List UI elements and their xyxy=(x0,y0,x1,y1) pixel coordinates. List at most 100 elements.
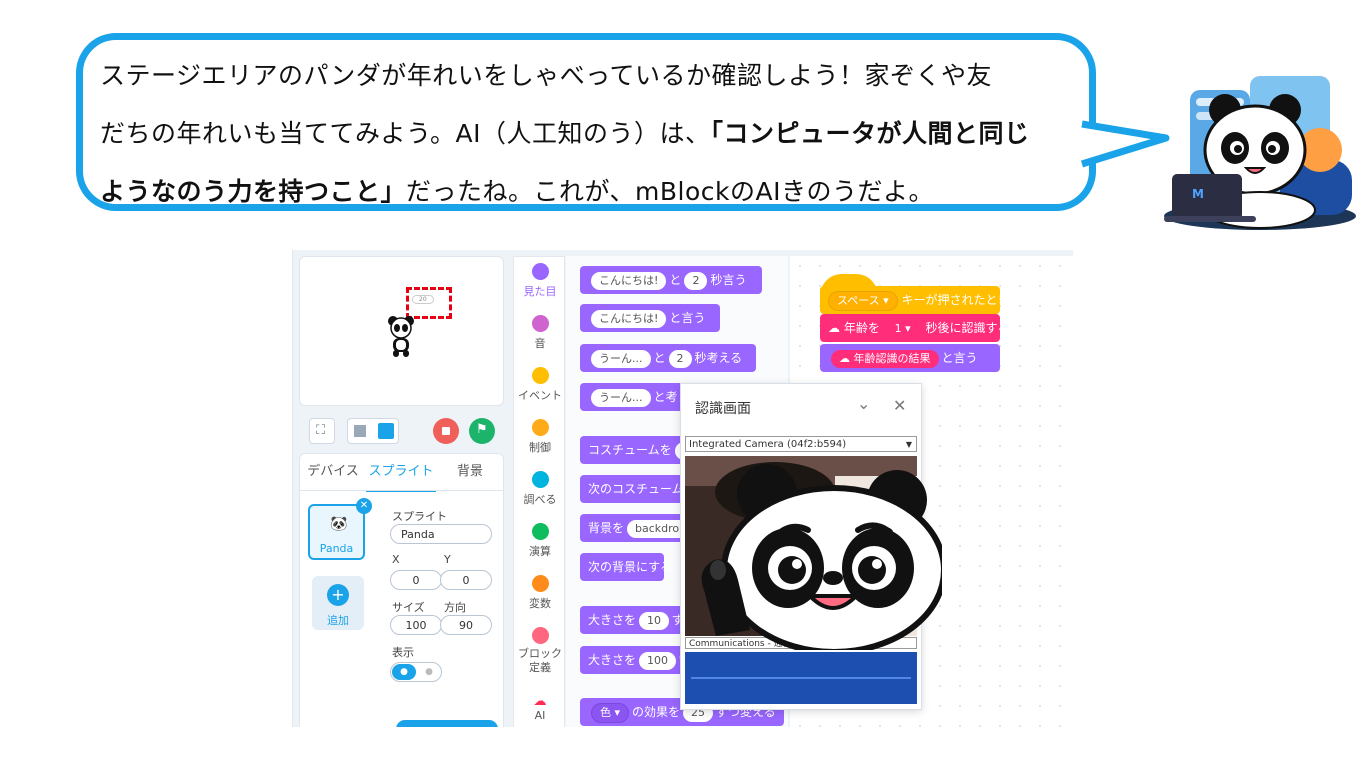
stage-area[interactable]: 20 xyxy=(299,256,504,406)
x-input[interactable]: 0 xyxy=(390,570,442,590)
block-label: の効果を xyxy=(632,705,681,719)
when-key-pressed-block[interactable]: スペース ▾ キーが押されたとき xyxy=(820,286,1010,314)
green-flag-button[interactable]: ⚑ xyxy=(469,418,495,444)
block-number-pill[interactable]: 2 xyxy=(684,272,708,290)
recognize-age-block[interactable]: ☁ 年齢を 1 ▾ 秒後に認識する xyxy=(820,314,1010,342)
block-label: 秒考える xyxy=(694,351,743,365)
block-label: と xyxy=(669,273,682,287)
block-label: と言う xyxy=(669,311,706,325)
category-operators-label: 演算 xyxy=(529,545,551,558)
block-number-pill[interactable]: 100 xyxy=(639,652,677,670)
block-label: 大きさを xyxy=(588,653,637,667)
next-costume-block[interactable]: 次のコスチュームに xyxy=(580,475,696,503)
audio-wave-line xyxy=(691,677,911,679)
speech-bubble-tail xyxy=(1080,120,1170,168)
say-result-block[interactable]: ☁ 年齢認識の結果 と言う xyxy=(820,344,1000,372)
category-sound[interactable]: 音 xyxy=(514,315,566,351)
block-text-pill[interactable]: こんにちは! xyxy=(591,272,667,290)
direction-input[interactable]: 90 xyxy=(440,615,492,635)
block-number-pill[interactable]: 2 xyxy=(668,350,692,368)
stage-size-toggle[interactable] xyxy=(347,418,399,444)
category-events-label: イベント xyxy=(518,389,562,402)
sprite-panel: デバイス スプライト 背景 🐼 Panda ✕ + 追加 スプライト Panda… xyxy=(299,453,504,727)
bubble-text: ステージエリアのパンダが年れいをしゃべっているか確認しよう！家ぞくや友 だちの年… xyxy=(100,47,1090,221)
category-sensing[interactable]: 調べる xyxy=(514,471,566,507)
block-number-pill[interactable]: 10 xyxy=(639,612,670,630)
category-operators[interactable]: 演算 xyxy=(514,523,566,559)
laptop-logo: M xyxy=(1192,187,1204,201)
fullscreen-button[interactable]: ⛶ xyxy=(309,418,335,444)
x-label: X xyxy=(392,553,400,566)
plus-icon: + xyxy=(327,584,349,606)
block-label: と言う xyxy=(941,351,978,365)
sprite-thumbnail[interactable]: 🐼 Panda xyxy=(308,504,365,560)
sprite-name-label: スプライト xyxy=(392,510,447,523)
y-input[interactable]: 0 xyxy=(440,570,492,590)
size-label: サイズ xyxy=(392,601,425,614)
category-ai[interactable]: ☁ AI xyxy=(514,694,566,723)
age-result-reporter[interactable]: ☁ 年齢認識の結果 xyxy=(831,350,939,368)
category-looks[interactable]: 見た目 xyxy=(514,263,566,299)
visibility-toggle[interactable]: ● ● xyxy=(390,662,442,682)
tab-sprites[interactable]: スプライト xyxy=(366,454,436,492)
change-size-block[interactable]: 大きさを10ずつ xyxy=(580,606,696,634)
ai-cloud-icon: ☁ xyxy=(533,694,547,709)
collapse-icon[interactable]: ⌄ xyxy=(857,394,870,413)
category-control-label: 制御 xyxy=(529,441,551,454)
block-text-pill[interactable]: うーん... xyxy=(591,350,651,368)
close-icon[interactable]: ✕ xyxy=(893,396,906,415)
category-variables-label: 変数 xyxy=(529,597,551,610)
eye-icon[interactable]: ● xyxy=(392,664,416,680)
panda-overlay-illustration xyxy=(701,464,942,650)
control-dot-icon xyxy=(531,419,549,436)
block-label: と xyxy=(653,351,666,365)
block-label: キーが押されたとき xyxy=(901,293,1010,307)
myblocks-dot-icon xyxy=(531,627,549,644)
block-dropdown-pill[interactable]: 色 ▾ xyxy=(591,703,630,723)
set-size-block[interactable]: 大きさを100%に xyxy=(580,646,702,674)
category-sound-label: 音 xyxy=(534,337,546,350)
category-control[interactable]: 制御 xyxy=(514,419,566,455)
bubble-line-3: ようなのう力を持つこと」だったね。これが、mBlockのAIきのうだよ。 xyxy=(100,163,1090,221)
category-my-blocks[interactable]: ブロック定義 xyxy=(514,627,566,675)
dialog-title: 認識画面 xyxy=(695,401,751,417)
block-label: 背景を xyxy=(588,521,625,535)
category-my-blocks-label: ブロック定義 xyxy=(518,647,562,674)
delete-sprite-button[interactable]: ✕ xyxy=(356,498,372,514)
eye-hidden-icon[interactable]: ● xyxy=(418,664,440,680)
block-text-pill[interactable]: こんにちは! xyxy=(591,310,667,328)
add-sprite-button[interactable]: + 追加 xyxy=(312,576,364,630)
category-events[interactable]: イベント xyxy=(514,367,566,403)
key-dropdown[interactable]: スペース ▾ xyxy=(828,291,898,311)
stop-button[interactable] xyxy=(433,418,459,444)
sprite-name-input[interactable]: Panda xyxy=(390,524,492,544)
panda-sprite[interactable] xyxy=(386,314,418,358)
block-label: と考 xyxy=(653,390,678,404)
tab-devices[interactable]: デバイス xyxy=(300,454,366,490)
add-label: 追加 xyxy=(327,614,349,627)
switch-backdrop-block[interactable]: 背景を backdrop1 xyxy=(580,514,702,542)
show-label: 表示 xyxy=(392,646,414,659)
flag-icon: ⚑ xyxy=(476,422,488,437)
block-text-pill[interactable]: うーん... xyxy=(591,389,651,407)
ai-cloud-icon: ☁ xyxy=(839,352,854,365)
large-stage-icon xyxy=(378,423,394,439)
y-label: Y xyxy=(444,553,451,566)
next-backdrop-block[interactable]: 次の背景にする xyxy=(580,553,672,581)
think-for-secs-block[interactable]: うーん... と 2 秒考える xyxy=(580,344,756,372)
say-block[interactable]: こんにちは! と言う xyxy=(580,304,720,332)
block-label: 秒後に認識する xyxy=(925,321,1010,335)
camera-select[interactable]: Integrated Camera (04f2:b594) ▼ xyxy=(685,436,917,452)
switch-costume-block[interactable]: コスチュームをco xyxy=(580,436,704,464)
size-input[interactable]: 100 xyxy=(390,615,442,635)
bubble-line-2: だちの年れいも当ててみよう。AI（人工知のう）は、「コンピュータが人間と同じ xyxy=(100,105,1090,163)
reporter-label: 年齢認識の結果 xyxy=(853,352,931,365)
sprite-extra-button[interactable] xyxy=(396,720,498,727)
tab-backdrops[interactable]: 背景 xyxy=(436,454,504,490)
seconds-dropdown[interactable]: 1 ▾ xyxy=(886,320,919,338)
category-ai-label: AI xyxy=(534,709,546,722)
chevron-down-icon: ▼ xyxy=(905,440,912,449)
say-for-secs-block[interactable]: こんにちは! と 2 秒言う xyxy=(580,266,762,294)
block-label: 次の背景にする xyxy=(588,560,673,574)
category-variables[interactable]: 変数 xyxy=(514,575,566,611)
